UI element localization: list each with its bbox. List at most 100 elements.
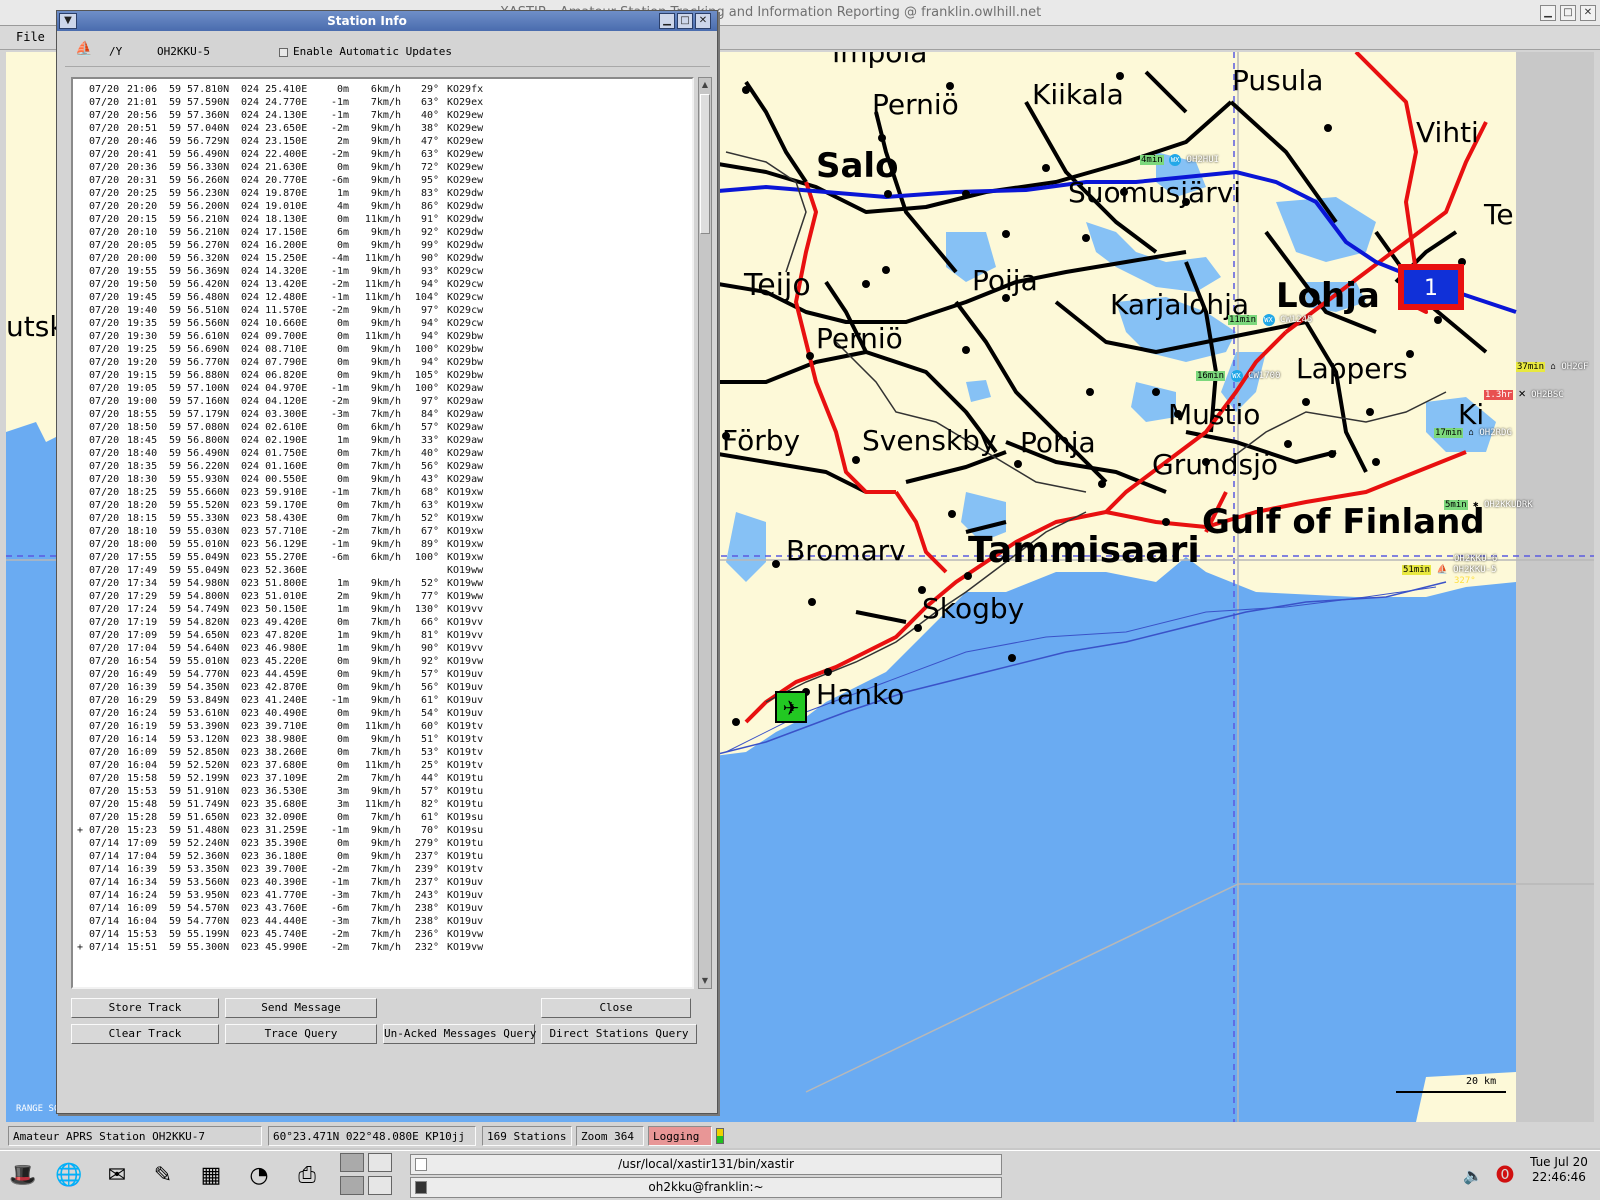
station-marker[interactable]: 1.3hr ✕ OH2BSC — [1484, 386, 1564, 400]
task-terminal[interactable]: oh2kku@franklin:~ — [410, 1177, 1002, 1198]
scroll-up-icon[interactable]: ▲ — [700, 79, 710, 91]
clear-track-button[interactable]: Clear Track — [71, 1024, 219, 1044]
station-marker[interactable]: 5min ✱ OH2KKUDRK — [1444, 500, 1533, 510]
track-row: 07/20 20:25 59 56.230N 024 19.870E 1m 9km/h 83… — [73, 187, 489, 200]
trace-query-button[interactable]: Trace Query — [225, 1024, 377, 1044]
volume-icon[interactable]: 🔈 — [1456, 1159, 1490, 1193]
track-cell-time: 16:49 — [127, 669, 158, 680]
redhat-menu-icon[interactable]: 🎩 — [6, 1159, 40, 1193]
spreadsheet-icon[interactable]: ▦ — [194, 1159, 228, 1193]
track-cell-crs: 52° — [420, 513, 439, 524]
track-row: 07/20 16:24 59 53.610N 023 40.490E 0m 9km/h 54… — [73, 707, 489, 720]
track-cell-lon: 023 42.870E — [241, 682, 308, 693]
station-marker[interactable]: 37min ⌂ OH2GF — [1516, 362, 1588, 372]
clock[interactable]: Tue Jul 20 22:46:46 — [1524, 1155, 1594, 1185]
close-icon[interactable]: ✕ — [1580, 5, 1596, 21]
workspace-2[interactable] — [368, 1153, 392, 1172]
printer-icon[interactable]: ⎙ — [290, 1159, 324, 1193]
track-cell-lat: 59 56.480N — [169, 292, 230, 303]
track-cell-crs: 66° — [420, 617, 439, 628]
station-marker[interactable]: 11min WX CW1245 — [1228, 314, 1312, 326]
track-cell-spd: 7km/h — [370, 812, 401, 823]
track-cell-date: 07/20 — [89, 344, 120, 355]
track-cell-spd: 9km/h — [370, 695, 401, 706]
track-cell-lat: 59 56.420N — [169, 279, 230, 290]
window-icon — [415, 1158, 427, 1171]
browser-icon[interactable]: 🌐 — [52, 1159, 86, 1193]
dialog-title-bar[interactable]: ▼ Station Info ▁ □ ✕ — [57, 11, 717, 31]
maximize-icon[interactable]: □ — [1560, 5, 1576, 21]
presentation-icon[interactable]: ◔ — [242, 1159, 276, 1193]
send-message-button[interactable]: Send Message — [225, 998, 377, 1018]
store-track-button[interactable]: Store Track — [71, 998, 219, 1018]
house-icon: ⌂ — [1550, 362, 1556, 372]
track-cell-crs: 100° — [414, 344, 439, 355]
track-cell-grid: KO29cw — [447, 305, 484, 316]
track-cell-date: 07/20 — [89, 409, 120, 420]
workspace-3[interactable] — [340, 1176, 364, 1195]
track-cell-date: 07/20 — [89, 84, 120, 95]
direct-stations-query-button[interactable]: Direct Stations Query — [541, 1024, 697, 1044]
track-cell-alt: -1m — [330, 695, 349, 706]
dialog-maximize-icon[interactable]: □ — [677, 13, 693, 29]
station-call: CW1700 — [1247, 371, 1281, 381]
mail-icon[interactable]: ✉ — [100, 1159, 134, 1193]
track-cell-alt: -3m — [330, 409, 349, 420]
track-cell-spd: 7km/h — [370, 864, 401, 875]
workspace-1[interactable] — [340, 1153, 364, 1172]
scrollbar-thumb[interactable] — [700, 94, 710, 234]
station-marker[interactable]: OH2KKU-6 51min ⛵ OH2KKU-5 327° — [1402, 554, 1497, 587]
writer-icon[interactable]: ✎ — [146, 1159, 180, 1193]
auto-update-checkbox[interactable] — [279, 48, 288, 57]
track-scrollbar[interactable]: ▲ ▼ — [698, 77, 712, 989]
track-history-text[interactable]: 07/20 21:06 59 57.810N 024 25.410E 0m 6km/h 29… — [71, 77, 694, 989]
track-cell-date: 07/14 — [89, 929, 120, 940]
track-cell-grid: KO19uv — [447, 877, 484, 888]
track-cell-date: 07/20 — [89, 643, 120, 654]
track-cell-lon: 023 59.910E — [241, 487, 308, 498]
scroll-down-icon[interactable]: ▼ — [700, 975, 710, 987]
track-cell-lat: 59 57.080N — [169, 422, 230, 433]
status-station: Amateur APRS Station OH2KKU-7 — [8, 1126, 262, 1146]
track-cell-grid: KO19vv — [447, 643, 484, 654]
workspace-4[interactable] — [368, 1176, 392, 1195]
track-cell-time: 15:48 — [127, 799, 158, 810]
track-cell-time: 16:19 — [127, 721, 158, 732]
track-row: 07/20 17:55 59 55.049N 023 55.270E -6m 6km/h 1… — [73, 551, 489, 564]
track-row: 07/14 16:24 59 53.950N 023 41.770E -3m 7km/h 2… — [73, 889, 489, 902]
track-cell-date: 07/20 — [89, 526, 120, 537]
track-cell-lat: 59 56.210N — [169, 227, 230, 238]
track-cell-date: 07/20 — [89, 318, 120, 329]
track-cell-crs: 60° — [420, 721, 439, 732]
close-button[interactable]: Close — [541, 998, 691, 1018]
weather-icon: WX — [1262, 314, 1275, 326]
track-cell-crs: 53° — [420, 747, 439, 758]
track-cell-time: 20:36 — [127, 162, 158, 173]
track-cell-crs: 61° — [420, 695, 439, 706]
track-cell-time: 18:45 — [127, 435, 158, 446]
station-call: OH2KKUDRK — [1483, 500, 1533, 510]
station-marker[interactable]: 17min ⌂ OH2RDG — [1434, 428, 1512, 438]
track-row: 07/20 17:09 59 54.650N 023 47.820E 1m 9km/h 81… — [73, 629, 489, 642]
dialog-minimize-icon[interactable]: ▁ — [659, 13, 675, 29]
track-row: 07/20 20:41 59 56.490N 024 22.400E -2m 9km/h 6… — [73, 148, 489, 161]
track-cell-lat: 59 56.729N — [169, 136, 230, 147]
station-marker[interactable]: 4min WX OH2HUI — [1140, 154, 1219, 166]
alert-icon[interactable]: ⓿ — [1488, 1159, 1522, 1193]
track-cell-lat: 59 53.390N — [169, 721, 230, 732]
dialog-close-icon[interactable]: ✕ — [695, 13, 711, 29]
track-cell-date: 07/20 — [89, 721, 120, 732]
track-cell-lon: 023 45.990E — [241, 942, 308, 953]
track-cell-lon: 024 25.410E — [241, 84, 308, 95]
track-cell-lon: 024 00.550E — [241, 474, 308, 485]
status-logging[interactable]: Logging — [648, 1126, 712, 1146]
track-cell-lon: 024 01.160E — [241, 461, 308, 472]
file-menu[interactable]: File — [16, 30, 45, 44]
minimize-icon[interactable]: ▁ — [1540, 5, 1556, 21]
station-call: OH2HUI — [1186, 155, 1220, 165]
unacked-messages-query-button[interactable]: Un-Acked Messages Query — [383, 1024, 536, 1044]
task-xastir[interactable]: /usr/local/xastir131/bin/xastir — [410, 1154, 1002, 1175]
station-marker[interactable]: 16min WX CW1700 — [1196, 370, 1280, 382]
track-cell-alt: 0m — [336, 851, 349, 862]
track-cell-lon: 024 11.570E — [241, 305, 308, 316]
